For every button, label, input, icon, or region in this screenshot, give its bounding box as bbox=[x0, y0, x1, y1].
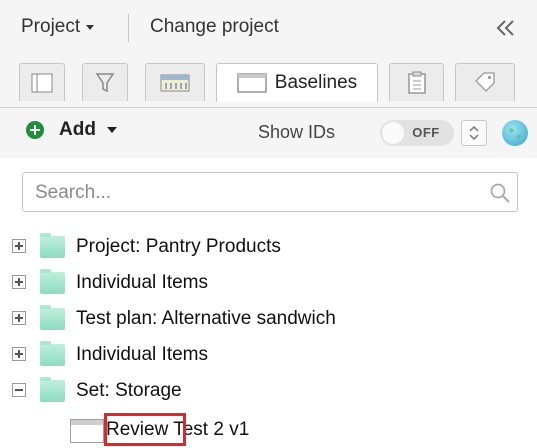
tree-item[interactable]: Test plan: Alternative sandwich bbox=[0, 302, 537, 336]
tree-item[interactable]: Set: Storage bbox=[0, 374, 537, 408]
add-button[interactable]: Add bbox=[26, 119, 117, 141]
folder-icon bbox=[40, 269, 65, 294]
search-box bbox=[22, 172, 518, 212]
tree-item-label[interactable]: Project: Pantry Products bbox=[76, 236, 281, 258]
search-input[interactable] bbox=[35, 181, 465, 205]
list-panel-icon bbox=[31, 73, 53, 92]
tab-baseline-view[interactable] bbox=[145, 63, 205, 101]
globe-button[interactable] bbox=[502, 120, 528, 146]
globe-icon bbox=[509, 128, 521, 139]
toggle-knob bbox=[382, 122, 404, 144]
tree-item-label[interactable]: Individual Items bbox=[76, 344, 208, 366]
highlight-box bbox=[104, 413, 186, 446]
folder-icon bbox=[40, 377, 65, 402]
add-icon bbox=[26, 121, 44, 139]
expand-icon[interactable] bbox=[12, 275, 26, 289]
expand-icon[interactable] bbox=[12, 347, 26, 361]
tree-item[interactable]: Project: Pantry Products bbox=[0, 230, 537, 264]
expand-icon[interactable] bbox=[12, 311, 26, 325]
folder-icon bbox=[40, 305, 65, 330]
show-ids-toggle[interactable]: OFF bbox=[380, 120, 454, 146]
folder-icon bbox=[40, 233, 65, 258]
change-project-link[interactable]: Change project bbox=[150, 16, 279, 38]
toolbar: Add Show IDs OFF bbox=[0, 108, 537, 158]
collapse-icon[interactable] bbox=[12, 383, 26, 397]
tab-list[interactable] bbox=[19, 63, 65, 101]
window-icon bbox=[237, 73, 267, 93]
folder-icon bbox=[40, 341, 65, 366]
tree-child-item[interactable]: Review Test 2 v1 bbox=[0, 410, 537, 448]
sort-icon bbox=[469, 125, 479, 141]
project-menu[interactable]: Project bbox=[21, 16, 95, 38]
sort-button[interactable] bbox=[461, 120, 487, 146]
baseline-icon bbox=[70, 419, 104, 443]
tab-clipboard[interactable] bbox=[389, 63, 444, 101]
toggle-state: OFF bbox=[412, 125, 440, 140]
tab-baselines-label: Baselines bbox=[274, 72, 358, 93]
expand-icon[interactable] bbox=[12, 239, 26, 253]
tree-item-label[interactable]: Individual Items bbox=[76, 272, 208, 294]
tab-tag[interactable] bbox=[455, 63, 515, 101]
show-ids-label: Show IDs bbox=[258, 122, 336, 142]
filter-icon bbox=[95, 72, 115, 92]
ruler-icon bbox=[160, 74, 190, 91]
tree-item-label[interactable]: Test plan: Alternative sandwich bbox=[76, 308, 336, 330]
tab-bar: Baselines bbox=[0, 56, 537, 108]
tab-filter[interactable] bbox=[82, 63, 128, 101]
collapse-panel-icon[interactable] bbox=[492, 14, 522, 42]
search-icon[interactable] bbox=[489, 182, 511, 204]
header-bar: Project Change project bbox=[0, 0, 537, 56]
chevron-down-icon bbox=[106, 127, 117, 133]
project-menu-label: Project bbox=[21, 16, 81, 37]
tree-item[interactable]: Individual Items bbox=[0, 266, 537, 300]
clipboard-icon bbox=[407, 71, 426, 94]
tag-icon bbox=[475, 71, 495, 92]
add-label: Add bbox=[59, 119, 96, 140]
tab-baselines[interactable]: Baselines bbox=[216, 63, 378, 102]
tree-item-label[interactable]: Set: Storage bbox=[76, 380, 182, 402]
tree-item[interactable]: Individual Items bbox=[0, 338, 537, 372]
divider bbox=[128, 14, 129, 42]
chevron-down-icon bbox=[86, 24, 95, 30]
